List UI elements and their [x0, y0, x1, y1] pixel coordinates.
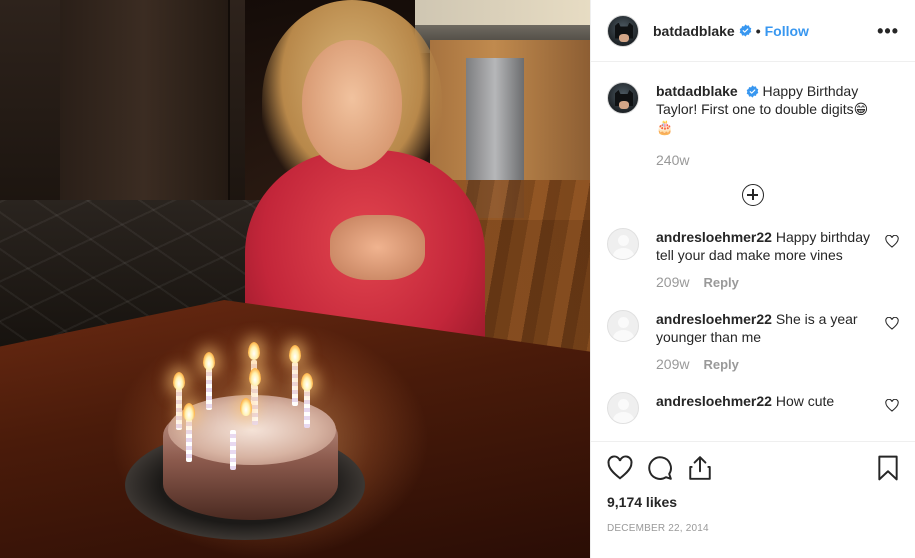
instagram-post: batdadblake • Follow ••• batdadblake Hap…	[0, 0, 915, 558]
comment-icon[interactable]	[647, 455, 673, 481]
load-more-comments[interactable]	[607, 184, 899, 206]
comment-meta: 209w Reply	[656, 356, 899, 372]
photo-door	[60, 0, 230, 230]
commenter-avatar[interactable]	[607, 228, 639, 260]
photo-flame	[301, 373, 313, 391]
post-sidebar: batdadblake • Follow ••• batdadblake Hap…	[590, 0, 915, 558]
comment-item: andresloehmer22 How cute	[607, 392, 899, 424]
photo-flame	[203, 352, 215, 370]
bookmark-icon[interactable]	[877, 455, 899, 481]
photo-candle	[186, 418, 192, 462]
comment-item: andresloehmer22 Happy birthday tell your…	[607, 228, 899, 264]
photo-flame	[183, 403, 195, 421]
comment-username[interactable]: andresloehmer22	[656, 393, 772, 409]
caption-avatar[interactable]	[607, 82, 639, 114]
caption-text-block: batdadblake Happy Birthday Taylor! First…	[656, 82, 884, 136]
photo-candle	[230, 430, 236, 470]
heart-icon[interactable]	[885, 235, 899, 248]
verified-badge-icon	[739, 24, 751, 37]
comment-username[interactable]: andresloehmer22	[656, 311, 772, 327]
caption-username[interactable]: batdadblake	[656, 83, 738, 99]
action-bar	[607, 442, 899, 494]
share-icon[interactable]	[687, 455, 713, 481]
follow-button[interactable]: Follow	[765, 23, 809, 39]
photo-backsplash	[415, 0, 590, 28]
comment-text-block: andresloehmer22 She is a year younger th…	[656, 310, 884, 346]
comment-age[interactable]: 209w	[656, 356, 689, 372]
commenter-avatar[interactable]	[607, 310, 639, 342]
comment-username[interactable]: andresloehmer22	[656, 229, 772, 245]
caption: batdadblake Happy Birthday Taylor! First…	[607, 82, 899, 136]
verified-badge-icon	[746, 85, 758, 98]
avatar-chin	[619, 33, 629, 42]
photo-flame	[173, 372, 185, 390]
author-username[interactable]: batdadblake	[653, 23, 735, 39]
author-avatar[interactable]	[607, 14, 639, 47]
photo-girl-face	[302, 40, 402, 170]
photo-girl-hands	[330, 215, 425, 280]
post-header: batdadblake • Follow •••	[591, 0, 915, 62]
caption-age[interactable]: 240w	[656, 152, 899, 168]
post-photo[interactable]	[0, 0, 590, 558]
photo-flame	[249, 368, 261, 386]
photo-candle	[304, 388, 310, 428]
more-options-icon[interactable]: •••	[877, 22, 899, 40]
post-actions: 9,174 likes December 22, 2014	[591, 441, 915, 558]
photo-candle	[292, 362, 298, 406]
heart-icon[interactable]	[885, 399, 899, 412]
photo-flame	[240, 398, 252, 416]
commenter-avatar[interactable]	[607, 392, 639, 424]
comment-meta: 209w Reply	[656, 274, 899, 290]
heart-icon[interactable]	[607, 455, 633, 481]
plus-circle-icon[interactable]	[742, 184, 764, 206]
likes-count[interactable]: 9,174 likes	[607, 494, 899, 510]
header-separator: •	[755, 22, 761, 39]
photo-candle	[176, 388, 182, 430]
comment-item: andresloehmer22 She is a year younger th…	[607, 310, 899, 346]
avatar-chin	[619, 101, 629, 109]
photo-flame	[289, 345, 301, 363]
reply-button[interactable]: Reply	[703, 357, 738, 372]
photo-candle	[206, 368, 212, 410]
comment-body: How cute	[775, 393, 835, 409]
reply-button[interactable]: Reply	[703, 275, 738, 290]
comment-text-block: andresloehmer22 Happy birthday tell your…	[656, 228, 884, 264]
comment-age[interactable]: 209w	[656, 274, 689, 290]
comment-text-block: andresloehmer22 How cute	[656, 392, 884, 410]
comments-section[interactable]: batdadblake Happy Birthday Taylor! First…	[591, 62, 915, 441]
photo-candle	[252, 385, 258, 425]
photo-flame	[248, 342, 260, 360]
post-date[interactable]: December 22, 2014	[607, 523, 899, 534]
heart-icon[interactable]	[885, 317, 899, 330]
